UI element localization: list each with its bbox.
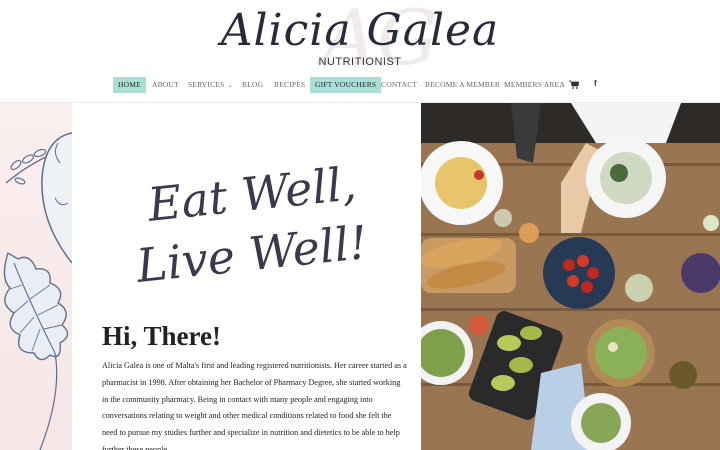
nav-blog[interactable]: BLOG [242,77,263,93]
cart-icon[interactable] [569,80,579,89]
food-photo-image [421,103,720,450]
nav-members-area[interactable]: MEMBERS AREA [504,77,565,93]
facebook-icon[interactable]: f [594,79,597,88]
nav-gift-vouchers[interactable]: GIFT VOUCHERS [310,77,382,93]
decorative-illustration [0,103,72,450]
nav-about[interactable]: ABOUT [152,77,179,93]
chevron-down-icon: ⌄ [227,83,233,89]
logo-name: Alicia Galea [220,5,500,56]
intro-paragraph: Alicia Galea is one of Malta's first and… [102,361,407,450]
main-nav: HOME ABOUT SERVICES ⌄ BLOG RECIPES GIFT V… [0,77,720,95]
intro-section: Eat Well, Live Well! Hi, There! Alicia G… [72,103,421,450]
leaf-illustration-icon [3,132,72,450]
nav-become-member[interactable]: BECOME A MEMBER [425,77,500,93]
nav-contact[interactable]: CONTACT [381,77,417,93]
site-logo[interactable]: AG Alicia Galea NUTRITIONIST [0,0,720,76]
intro-heading: Hi, There! [102,321,221,351]
nav-services[interactable]: SERVICES ⌄ [188,77,233,93]
logo-subtitle: NUTRITIONIST [318,56,402,68]
nav-recipes[interactable]: RECIPES [274,77,305,93]
nav-home[interactable]: HOME [113,77,146,93]
food-table-photo [421,103,720,450]
site-header: AG Alicia Galea NUTRITIONIST HOME ABOUT … [0,0,720,103]
